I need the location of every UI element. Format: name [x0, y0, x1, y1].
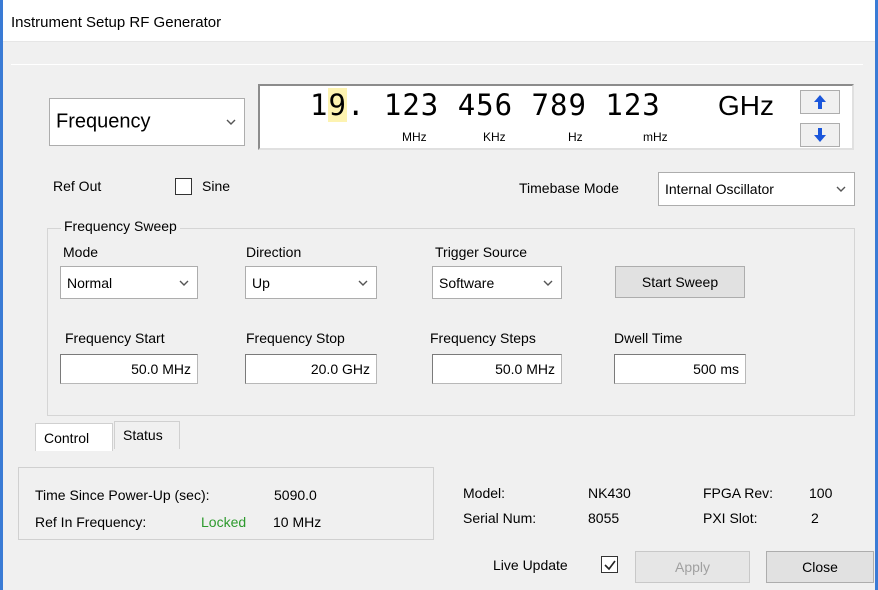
dwell-time-field[interactable]: 500 ms	[614, 354, 746, 384]
frequency-display[interactable]: 19. 123 456 789 123 GHz MHz KHz Hz mHz	[258, 84, 854, 150]
chevron-down-icon	[543, 280, 553, 286]
window-title: Instrument Setup RF Generator	[11, 14, 222, 31]
sublabel-khz: KHz	[483, 130, 506, 144]
tab-control-label: Control	[44, 430, 90, 446]
serial-value: 8055	[588, 510, 620, 526]
ref-in-label: Ref In Frequency:	[35, 514, 147, 530]
display-mode-select[interactable]: Frequency	[49, 98, 245, 146]
arrow-down-icon	[814, 128, 826, 142]
apply-button[interactable]: Apply	[635, 551, 750, 583]
power-up-value: 5090.0	[274, 487, 317, 503]
decrement-button[interactable]	[800, 123, 840, 147]
dialog-window: Instrument Setup RF Generator Frequency …	[0, 0, 878, 590]
sine-label: Sine	[202, 178, 231, 194]
fpga-label: FPGA Rev:	[703, 485, 774, 501]
digit-rest[interactable]: . 123 456 789 123	[347, 88, 661, 122]
dwell-time-label: Dwell Time	[614, 330, 683, 346]
sweep-direction-select[interactable]: Up	[245, 266, 377, 299]
chevron-down-icon	[836, 186, 846, 192]
digit-tens[interactable]: 1	[310, 88, 328, 122]
timebase-label: Timebase Mode	[519, 180, 619, 196]
pxi-label: PXI Slot:	[703, 510, 758, 526]
trigger-source-select[interactable]: Software	[432, 266, 562, 299]
frequency-steps-field[interactable]: 50.0 MHz	[432, 354, 562, 384]
frequency-stop-label: Frequency Stop	[246, 330, 345, 346]
sublabel-mhz: MHz	[402, 130, 427, 144]
sublabel-mhz-milli: mHz	[643, 130, 668, 144]
fpga-value: 100	[809, 485, 833, 501]
frequency-start-field[interactable]: 50.0 MHz	[60, 354, 198, 384]
live-update-checkbox[interactable]	[601, 556, 618, 573]
close-button[interactable]: Close	[766, 551, 874, 583]
frequency-start-label: Frequency Start	[65, 330, 165, 346]
start-sweep-button[interactable]: Start Sweep	[615, 266, 745, 298]
frequency-sweep-label: Frequency Sweep	[61, 218, 180, 234]
model-label: Model:	[463, 485, 506, 501]
chevron-down-icon	[179, 280, 189, 286]
ref-out-label: Ref Out	[53, 178, 102, 194]
sweep-mode-value: Normal	[67, 274, 113, 291]
serial-label: Serial Num:	[463, 510, 537, 526]
live-update-label: Live Update	[493, 557, 568, 573]
sweep-direction-value: Up	[252, 274, 270, 291]
pxi-value: 2	[811, 510, 819, 526]
frequency-steps-label: Frequency Steps	[430, 330, 536, 346]
arrow-up-icon	[814, 95, 826, 109]
chevron-down-icon	[226, 119, 236, 125]
frequency-unit: GHz	[718, 90, 774, 121]
frequency-digits[interactable]: 19. 123 456 789 123	[310, 88, 661, 122]
sine-checkbox[interactable]	[175, 178, 192, 195]
sublabel-hz: Hz	[568, 130, 583, 144]
power-up-label: Time Since Power-Up (sec):	[35, 487, 210, 503]
increment-button[interactable]	[800, 90, 840, 114]
tab-status[interactable]: Status	[114, 421, 180, 449]
sweep-mode-select[interactable]: Normal	[60, 266, 198, 299]
mode-label: Mode	[63, 244, 99, 260]
model-value: NK430	[588, 485, 631, 501]
title-bar[interactable]: Instrument Setup RF Generator	[3, 0, 875, 42]
ref-in-status: Locked	[201, 514, 247, 530]
display-mode-value: Frequency	[56, 110, 151, 133]
trigger-source-label: Trigger Source	[435, 244, 528, 260]
direction-label: Direction	[246, 244, 302, 260]
digit-selected[interactable]: 9	[328, 88, 347, 122]
checkmark-icon	[603, 560, 616, 570]
chevron-down-icon	[358, 280, 368, 286]
trigger-source-value: Software	[439, 274, 495, 291]
ref-in-value: 10 MHz	[273, 514, 322, 530]
frequency-stop-field[interactable]: 20.0 GHz	[245, 354, 377, 384]
timebase-select[interactable]: Internal Oscillator	[658, 172, 855, 206]
tab-status-label: Status	[123, 427, 163, 443]
timebase-value: Internal Oscillator	[665, 181, 774, 197]
tab-control[interactable]: Control	[35, 423, 113, 451]
